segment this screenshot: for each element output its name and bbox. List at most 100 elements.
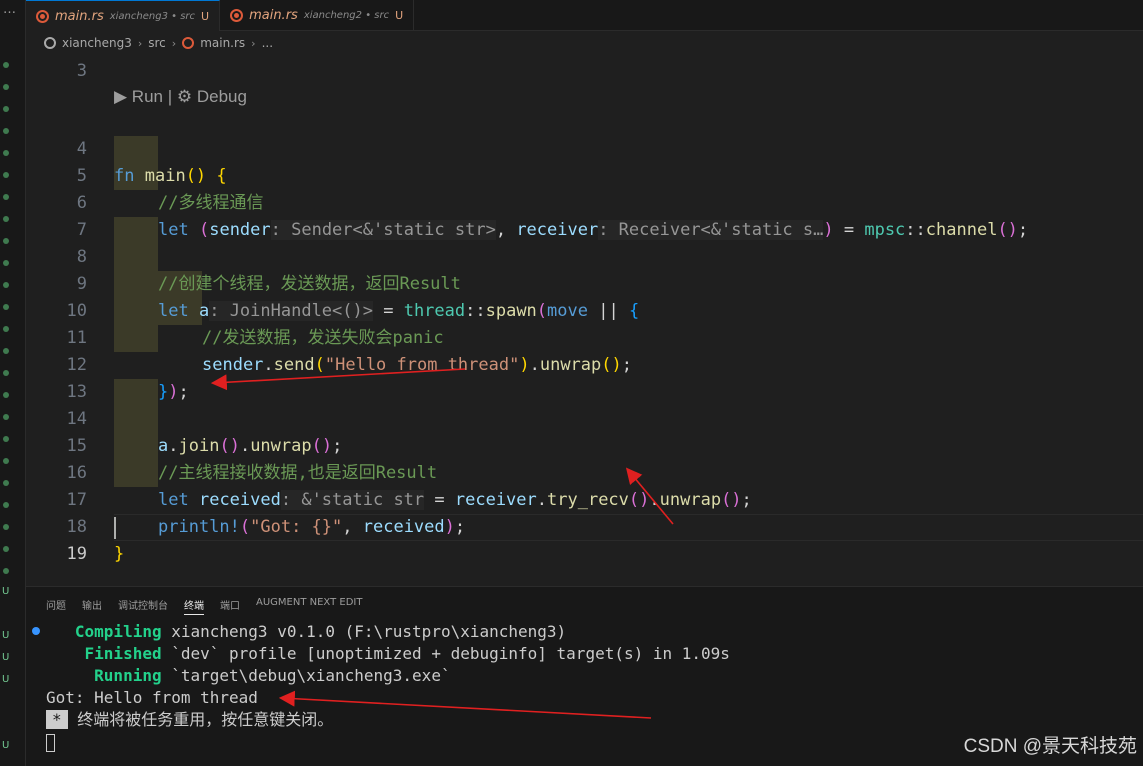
code-line: 11 sender.send("Hello from thread").unwr…: [26, 298, 1143, 375]
chevron-right-icon: ›: [137, 36, 143, 50]
scm-dot-icon: [3, 238, 9, 244]
tab-augment-next-edit[interactable]: AUGMENT NEXT EDIT: [256, 597, 362, 615]
scm-dot-icon: [3, 128, 9, 134]
tab-path: xiancheng3 • src: [109, 10, 196, 22]
scm-dot-icon: [3, 436, 9, 442]
tab-ports[interactable]: 端口: [220, 597, 240, 615]
chevron-right-icon: ›: [251, 36, 256, 50]
scm-dot-icon: [3, 502, 9, 508]
bracket: }: [114, 544, 125, 564]
breadcrumb-item[interactable]: src: [148, 36, 166, 50]
activity-bar: … U U U U U: [0, 0, 26, 766]
tab-filename: main.rs: [249, 8, 298, 23]
rust-file-icon: [230, 9, 244, 22]
code-line: 14 a.join().unwrap();: [26, 379, 1143, 456]
codelens: ▶ Run | ⚙ Debug: [114, 85, 247, 109]
terminal-line: Got: Hello from thread: [46, 688, 258, 707]
play-icon: ▶: [114, 87, 132, 106]
line-number: 19: [66, 544, 87, 564]
text-cursor: [114, 517, 116, 539]
line-number: 3: [76, 61, 87, 81]
code-line: 6 let (sender: Sender<&'static str>, rec…: [26, 163, 1143, 240]
panel-tabs: 问题 输出 调试控制台 终端 端口 AUGMENT NEXT EDIT: [46, 597, 362, 615]
rust-file-icon: [36, 9, 49, 23]
code-line: 12 });: [26, 325, 1143, 402]
tab-filename: main.rs: [55, 8, 104, 24]
rust-file-icon: [182, 37, 195, 49]
code-line: 19: [26, 514, 1143, 564]
code-line: 7: [26, 190, 1143, 240]
scm-dot-icon: [3, 150, 9, 156]
scm-dot-icon: [3, 458, 9, 464]
terminal-line: Finished `dev` profile [unoptimized + de…: [46, 643, 1143, 665]
cargo-status-label: Compiling: [46, 622, 162, 641]
scm-dot-icon: [3, 106, 9, 112]
tab-main-rs-xiancheng3[interactable]: main.rs xiancheng3 • src U: [26, 0, 221, 31]
code-line: 8 //创建个线程，发送数据，返回Result: [26, 217, 1143, 294]
terminal-line: Running `target\debug\xiancheng3.exe`: [46, 665, 1143, 687]
code-line: 10 //发送数据，发送失败会panic: [26, 271, 1143, 348]
breadcrumb-item[interactable]: main.rs: [200, 36, 245, 50]
breadcrumb-item[interactable]: xiancheng3: [62, 36, 132, 50]
terminal-text: `target\debug\xiancheng3.exe`: [161, 666, 451, 685]
terminal-text: xiancheng3 v0.1.0 (F:\rustpro\xiancheng3…: [161, 622, 567, 641]
run-codelens[interactable]: ▶ Run: [114, 87, 163, 106]
scm-dot-icon: [3, 172, 9, 178]
tab-debug-console[interactable]: 调试控制台: [118, 597, 168, 615]
scm-dot-icon: [3, 84, 9, 90]
untracked-marker: U: [2, 674, 10, 685]
untracked-marker: U: [2, 586, 10, 597]
untracked-marker: U: [2, 652, 10, 663]
scm-dot-icon: [3, 260, 9, 266]
code-line: 4 fn main() {: [26, 109, 1143, 186]
tab-path: xiancheng2 • src: [303, 10, 390, 21]
chevron-right-icon: ›: [171, 36, 177, 50]
scm-dot-icon: [3, 392, 9, 398]
gear-icon: ⚙: [176, 87, 197, 106]
terminal-line: * 终端将被任务重用，按任意键关闭。: [46, 709, 1143, 731]
scm-dot-icon: [3, 480, 9, 486]
codelens-separator: |: [167, 87, 173, 106]
scm-dot-icon: [3, 348, 9, 354]
code-line: 13: [26, 352, 1143, 402]
code-line: 5 //多线程通信: [26, 136, 1143, 213]
tab-output[interactable]: 输出: [82, 597, 102, 615]
scm-dot-icon: [3, 568, 9, 574]
scm-dot-icon: [3, 414, 9, 420]
scm-dot-icon: [3, 194, 9, 200]
folder-root-icon: [44, 37, 56, 49]
watermark: CSDN @景天科技苑: [963, 736, 1137, 757]
tab-status: U: [201, 9, 210, 23]
cargo-status-label: Finished: [46, 644, 162, 663]
scm-dot-icon: [3, 282, 9, 288]
code-line: 18 }: [26, 487, 1143, 564]
breadcrumb-item[interactable]: ...: [262, 36, 273, 50]
breadcrumb: xiancheng3 › src › main.rs › ...: [26, 31, 1143, 55]
code-editor[interactable]: 3 ▶ Run | ⚙ Debug 4 fn main() { 5 //多线程通…: [26, 55, 1143, 585]
scm-dot-icon: [3, 326, 9, 332]
scm-dot-icon: [3, 304, 9, 310]
scm-dot-icon: [3, 524, 9, 530]
terminal-line: Compiling xiancheng3 v0.1.0 (F:\rustpro\…: [46, 621, 1143, 643]
scm-dot-icon: [3, 546, 9, 552]
code-line: 16 let received: &'static str = receiver…: [26, 433, 1143, 510]
scm-dot-icon: [3, 370, 9, 376]
untracked-marker: U: [2, 740, 10, 751]
code-line: 9 let a: JoinHandle<()> = thread::spawn(…: [26, 244, 1143, 321]
terminal-text: `dev` profile [unoptimized + debuginfo] …: [161, 644, 730, 663]
tab-main-rs-xiancheng2[interactable]: main.rs xiancheng2 • src U: [220, 0, 415, 31]
terminal-text: 终端将被任务重用，按任意键关闭。: [67, 710, 334, 729]
terminal-cursor: [46, 733, 55, 752]
more-icon[interactable]: …: [3, 2, 16, 17]
cargo-status-label: Running: [46, 666, 162, 685]
code-line: 15 //主线程接收数据,也是返回Result: [26, 406, 1143, 483]
scm-dot-icon: [3, 216, 9, 222]
terminal-status-dot-icon: [32, 627, 40, 635]
code-line: 17 println!("Got: {}", received);: [26, 460, 1143, 537]
tab-problems[interactable]: 问题: [46, 597, 66, 615]
editor-tab-bar: main.rs xiancheng3 • src U main.rs xianc…: [26, 0, 1143, 31]
scm-dot-icon: [3, 62, 9, 68]
debug-codelens[interactable]: ⚙ Debug: [177, 87, 247, 106]
tab-terminal[interactable]: 终端: [184, 597, 204, 615]
task-reuse-marker: *: [46, 710, 68, 729]
